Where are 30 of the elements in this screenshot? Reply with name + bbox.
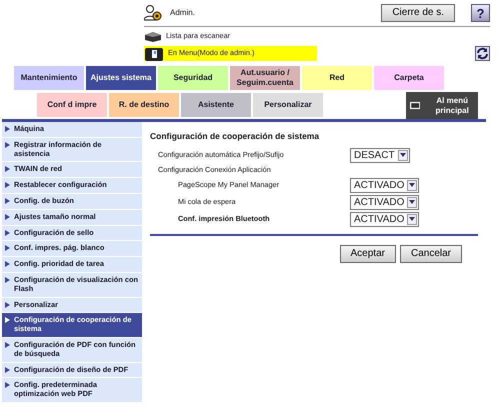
tab[interactable]: Aut.usuario / Seguim.cuenta xyxy=(229,65,301,91)
tab[interactable]: Asistente xyxy=(180,92,252,118)
dropdown-caret-icon xyxy=(409,183,416,188)
tab[interactable]: Seguridad xyxy=(157,65,229,91)
refresh-icon[interactable] xyxy=(475,46,490,61)
action-button[interactable]: Cancelar xyxy=(400,244,462,263)
select-field[interactable]: ACTIVADO xyxy=(350,194,420,210)
select-field[interactable]: ACTIVADO xyxy=(350,178,420,193)
dropdown-caret-icon xyxy=(409,217,416,222)
help-button[interactable]: ? xyxy=(471,4,490,22)
tab[interactable]: R. de destino xyxy=(108,92,180,118)
scanner-icon xyxy=(144,31,162,42)
screen-icon xyxy=(410,100,420,111)
user-gear-icon xyxy=(144,5,162,21)
main-menu-button[interactable]: Al menú principal xyxy=(406,92,478,119)
action-button[interactable]: Aceptar xyxy=(340,244,396,263)
tab[interactable]: Conf d impre xyxy=(36,92,108,118)
select-field[interactable]: ACTIVADO xyxy=(350,212,420,227)
select-field[interactable]: DESACT xyxy=(350,148,410,163)
tab[interactable]: Mantenimiento xyxy=(13,65,85,91)
section-title: Configuración de cooperación de sistema xyxy=(150,130,320,143)
dropdown-caret-icon xyxy=(400,153,406,158)
logout-button[interactable]: Cierre de s. xyxy=(381,4,455,22)
printer-icon xyxy=(144,46,164,61)
dropdown-caret-icon xyxy=(409,200,416,204)
tab[interactable]: Ajustes sistema xyxy=(85,65,157,91)
tab[interactable]: Carpeta xyxy=(373,65,445,91)
tab[interactable]: Personalizar xyxy=(252,92,324,118)
user-name: Admin. xyxy=(170,7,196,19)
tab[interactable]: Red xyxy=(301,65,373,91)
